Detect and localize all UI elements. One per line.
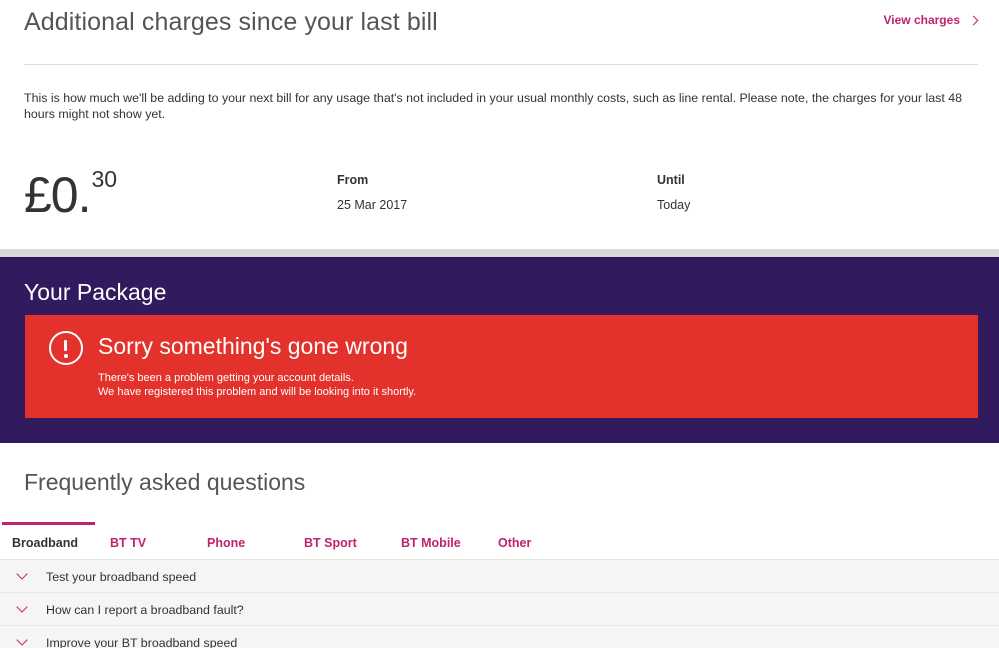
exclamation-circle-icon xyxy=(49,331,83,365)
tab-broadband[interactable]: Broadband xyxy=(12,522,78,560)
faq-item[interactable]: Test your broadband speed xyxy=(0,560,999,593)
faq-question: Improve your BT broadband speed xyxy=(46,636,238,648)
section-separator xyxy=(0,249,999,257)
tab-bt-mobile[interactable]: BT Mobile xyxy=(401,522,461,560)
chevron-down-icon xyxy=(16,601,28,613)
faq-item[interactable]: Improve your BT broadband speed xyxy=(0,626,999,648)
error-title: Sorry something's gone wrong xyxy=(98,333,408,359)
charges-description: This is how much we'll be adding to your… xyxy=(24,91,962,121)
faq-question: Test your broadband speed xyxy=(46,570,197,584)
chevron-down-icon xyxy=(16,568,28,580)
amount-pounds: £0. xyxy=(24,167,92,223)
tab-phone[interactable]: Phone xyxy=(207,522,245,560)
charges-title: Additional charges since your last bill xyxy=(24,8,438,36)
amount-pence: 30 xyxy=(91,166,118,192)
faq-tabs: Broadband BT TV Phone BT Sport BT Mobile… xyxy=(0,522,999,560)
faq-question: How can I report a broadband fault? xyxy=(46,603,244,617)
faq-section: Frequently asked questions Broadband BT … xyxy=(0,443,999,648)
tab-other[interactable]: Other xyxy=(498,522,531,560)
tab-bt-tv[interactable]: BT TV xyxy=(110,522,146,560)
until-label: Until xyxy=(657,173,685,187)
additional-charges-section: Additional charges since your last bill … xyxy=(0,0,999,249)
error-message: There's been a problem getting your acco… xyxy=(98,371,416,399)
error-message-line-1: There's been a problem getting your acco… xyxy=(98,372,354,384)
from-value: 25 Mar 2017 xyxy=(337,198,408,212)
from-label: From xyxy=(337,173,369,187)
tab-bt-sport[interactable]: BT Sport xyxy=(304,522,357,560)
package-section: Your Package Sorry something's gone wron… xyxy=(0,257,999,443)
view-charges-label: View charges xyxy=(883,13,961,27)
until-column: Until Today xyxy=(657,173,690,212)
divider xyxy=(24,64,978,65)
view-charges-link[interactable]: View charges xyxy=(883,13,979,27)
faq-list: Test your broadband speed How can I repo… xyxy=(0,560,999,648)
error-banner: Sorry something's gone wrong There's bee… xyxy=(25,315,978,418)
faq-item[interactable]: How can I report a broadband fault? xyxy=(0,593,999,626)
chevron-down-icon xyxy=(16,634,28,646)
from-column: From 25 Mar 2017 xyxy=(337,173,407,212)
error-message-line-2: We have registered this problem and will… xyxy=(98,386,417,398)
faq-title: Frequently asked questions xyxy=(24,469,306,495)
package-title: Your Package xyxy=(24,279,167,305)
chevron-right-icon xyxy=(968,15,979,26)
charges-amount: £0.30 xyxy=(24,166,117,223)
until-value: Today xyxy=(657,198,691,212)
